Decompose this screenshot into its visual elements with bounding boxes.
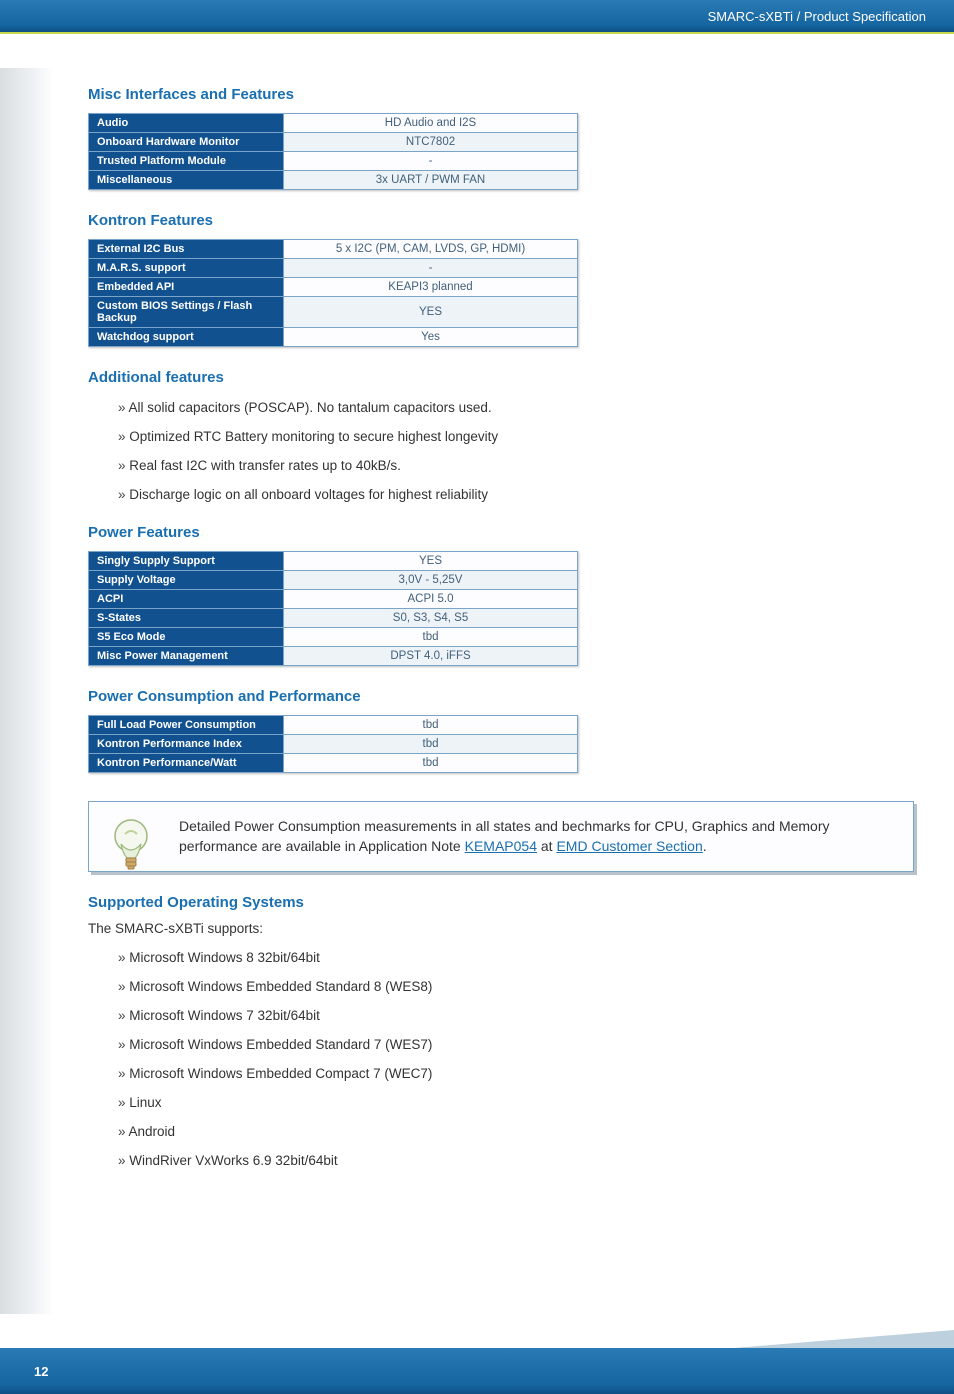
row-label: Singly Supply Support — [89, 552, 284, 571]
tip-text-mid: at — [537, 838, 556, 854]
list-item: Discharge logic on all onboard voltages … — [118, 487, 914, 502]
row-value: DPST 4.0, iFFS — [284, 647, 578, 666]
tip-link-kemap054[interactable]: KEMAP054 — [465, 838, 537, 854]
list-item: Microsoft Windows 7 32bit/64bit — [118, 1008, 914, 1023]
lightbulb-icon — [107, 816, 155, 874]
table-kontron: External I2C Bus5 x I2C (PM, CAM, LVDS, … — [88, 239, 578, 347]
section-title-power-consumption: Power Consumption and Performance — [88, 688, 914, 705]
row-label: Embedded API — [89, 278, 284, 297]
section-title-os: Supported Operating Systems — [88, 894, 914, 911]
row-value: tbd — [284, 735, 578, 754]
row-label: ACPI — [89, 590, 284, 609]
table-row: ACPIACPI 5.0 — [89, 590, 578, 609]
row-label: Audio — [89, 114, 284, 133]
os-list: Microsoft Windows 8 32bit/64bit Microsof… — [118, 950, 914, 1168]
tip-text-post: . — [703, 838, 707, 854]
row-label: Miscellaneous — [89, 171, 284, 190]
table-row: Trusted Platform Module- — [89, 152, 578, 171]
row-value: S0, S3, S4, S5 — [284, 609, 578, 628]
tip-callout: Detailed Power Consumption measurements … — [88, 801, 914, 872]
row-value: - — [284, 152, 578, 171]
row-label: Custom BIOS Settings / Flash Backup — [89, 297, 284, 328]
additional-list: All solid capacitors (POSCAP). No tantal… — [118, 400, 914, 502]
header-bar: SMARC-sXBTi / Product Specification — [0, 0, 954, 34]
row-label: Onboard Hardware Monitor — [89, 133, 284, 152]
table-row: Full Load Power Consumptiontbd — [89, 716, 578, 735]
table-row: Onboard Hardware MonitorNTC7802 — [89, 133, 578, 152]
row-label: External I2C Bus — [89, 240, 284, 259]
table-row: M.A.R.S. support- — [89, 259, 578, 278]
os-intro: The SMARC-sXBTi supports: — [88, 921, 914, 936]
row-label: S5 Eco Mode — [89, 628, 284, 647]
table-row: Kontron Performance/Watttbd — [89, 754, 578, 773]
table-row: AudioHD Audio and I2S — [89, 114, 578, 133]
list-item: Real fast I2C with transfer rates up to … — [118, 458, 914, 473]
row-value: HD Audio and I2S — [284, 114, 578, 133]
row-label: Watchdog support — [89, 328, 284, 347]
list-item: Microsoft Windows 8 32bit/64bit — [118, 950, 914, 965]
row-value: tbd — [284, 628, 578, 647]
table-power: Singly Supply SupportYES Supply Voltage3… — [88, 551, 578, 666]
row-label: Supply Voltage — [89, 571, 284, 590]
table-row: Kontron Performance Indextbd — [89, 735, 578, 754]
breadcrumb: SMARC-sXBTi / Product Specification — [708, 9, 926, 24]
table-row: Singly Supply SupportYES — [89, 552, 578, 571]
row-label: M.A.R.S. support — [89, 259, 284, 278]
table-row: Watchdog supportYes — [89, 328, 578, 347]
list-item: WindRiver VxWorks 6.9 32bit/64bit — [118, 1153, 914, 1168]
list-item: Microsoft Windows Embedded Compact 7 (WE… — [118, 1066, 914, 1081]
row-value: 3x UART / PWM FAN — [284, 171, 578, 190]
table-row: Embedded APIKEAPI3 planned — [89, 278, 578, 297]
table-misc: AudioHD Audio and I2S Onboard Hardware M… — [88, 113, 578, 190]
section-title-kontron: Kontron Features — [88, 212, 914, 229]
table-row: Supply Voltage3,0V - 5,25V — [89, 571, 578, 590]
section-title-additional: Additional features — [88, 369, 914, 386]
footer-band: 12 — [0, 1348, 954, 1394]
row-value: YES — [284, 552, 578, 571]
left-gradient — [0, 68, 54, 1314]
row-value: tbd — [284, 754, 578, 773]
row-label: Kontron Performance Index — [89, 735, 284, 754]
row-value: ACPI 5.0 — [284, 590, 578, 609]
row-label: Full Load Power Consumption — [89, 716, 284, 735]
table-row: Miscellaneous3x UART / PWM FAN — [89, 171, 578, 190]
row-value: YES — [284, 297, 578, 328]
row-label: Trusted Platform Module — [89, 152, 284, 171]
table-row: S-StatesS0, S3, S4, S5 — [89, 609, 578, 628]
table-row: Misc Power ManagementDPST 4.0, iFFS — [89, 647, 578, 666]
table-row: S5 Eco Modetbd — [89, 628, 578, 647]
page-number: 12 — [34, 1364, 48, 1379]
tip-link-emd-customer[interactable]: EMD Customer Section — [556, 838, 702, 854]
section-title-misc: Misc Interfaces and Features — [88, 86, 914, 103]
table-power-consumption: Full Load Power Consumptiontbd Kontron P… — [88, 715, 578, 773]
row-label: Misc Power Management — [89, 647, 284, 666]
list-item: All solid capacitors (POSCAP). No tantal… — [118, 400, 914, 415]
list-item: Android — [118, 1124, 914, 1139]
list-item: Linux — [118, 1095, 914, 1110]
row-value: - — [284, 259, 578, 278]
row-value: 5 x I2C (PM, CAM, LVDS, GP, HDMI) — [284, 240, 578, 259]
row-value: KEAPI3 planned — [284, 278, 578, 297]
list-item: Microsoft Windows Embedded Standard 7 (W… — [118, 1037, 914, 1052]
row-value: tbd — [284, 716, 578, 735]
row-label: Kontron Performance/Watt — [89, 754, 284, 773]
row-value: NTC7802 — [284, 133, 578, 152]
row-value: 3,0V - 5,25V — [284, 571, 578, 590]
list-item: Microsoft Windows Embedded Standard 8 (W… — [118, 979, 914, 994]
row-label: S-States — [89, 609, 284, 628]
row-value: Yes — [284, 328, 578, 347]
table-row: Custom BIOS Settings / Flash BackupYES — [89, 297, 578, 328]
section-title-power: Power Features — [88, 524, 914, 541]
table-row: External I2C Bus5 x I2C (PM, CAM, LVDS, … — [89, 240, 578, 259]
list-item: Optimized RTC Battery monitoring to secu… — [118, 429, 914, 444]
